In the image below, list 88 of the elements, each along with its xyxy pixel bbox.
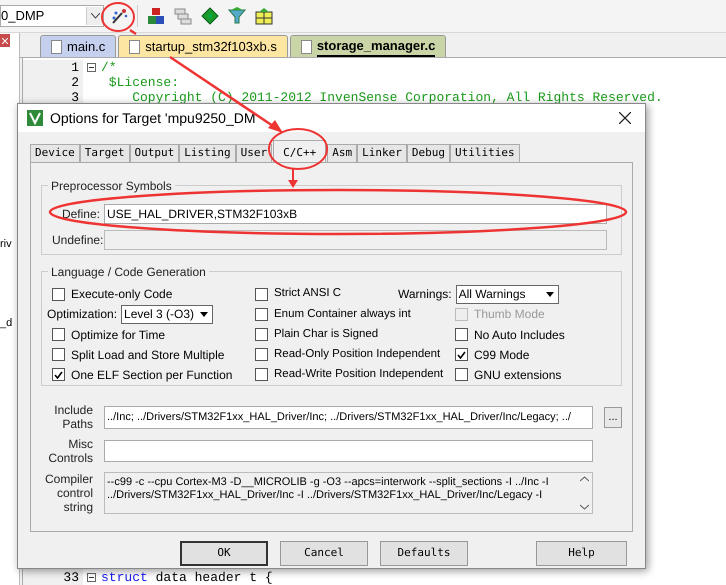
checkbox-label: C99 Mode	[474, 346, 530, 364]
annotation-circle	[101, 2, 135, 32]
field-label: Compiler control string	[44, 472, 93, 514]
compiler-string-line: --c99 -c --cpu Cortex-M3 -D__MICROLIB -g -O3 --apcs=interwork --split_sections -I ../Inc -I	[107, 476, 550, 489]
settings-tab[interactable]: User	[236, 144, 272, 162]
browse-button[interactable]: ...	[604, 406, 622, 428]
fold-icon[interactable]	[86, 63, 96, 72]
dropdown[interactable]: Level 3 (-O3)	[121, 304, 214, 324]
compiler-string-line: ../Drivers/STM32F1xx_HAL_Driver/Inc -I ../Drivers/STM32F1xx_HAL_Driver/Inc/Legacy -I	[107, 489, 544, 502]
annotation-arrow	[288, 168, 298, 188]
checkbox-label: Read-Write Position Independent	[274, 367, 444, 382]
panel-text: _d	[0, 316, 12, 331]
editor-tab[interactable]: main.c	[40, 35, 116, 57]
dropdown-value: 0_DMP	[1, 7, 46, 26]
file-icon	[51, 40, 62, 54]
target-dropdown[interactable]: 0_DMP	[0, 5, 104, 27]
panel-text: riv	[0, 237, 12, 252]
settings-tab[interactable]: C/C++	[273, 140, 326, 162]
include-paths-field[interactable]: ../Inc; ../Drivers/STM32F1xx_HAL_Driver/Inc; ../Drivers/STM32F1xx_HAL_Driver/Inc/Legacy; ../	[104, 406, 593, 428]
field-label: Misc Controls	[47, 437, 93, 465]
checkbox[interactable]	[52, 288, 65, 301]
dialog-button[interactable]: Defaults	[380, 541, 468, 566]
checkbox-label: Thumb Mode	[474, 306, 545, 324]
settings-tab[interactable]: Listing	[179, 144, 236, 162]
field-label: Optimization:	[47, 306, 118, 324]
dialog-button[interactable]: Help	[536, 541, 627, 566]
checkbox-label: Strict ANSI C	[274, 286, 342, 302]
checkbox[interactable]	[455, 348, 468, 362]
checkbox-label: Enum Container always int	[274, 306, 411, 322]
checkbox[interactable]	[52, 328, 65, 341]
checkbox[interactable]	[52, 348, 65, 362]
grid-pieces-icon[interactable]	[255, 7, 273, 25]
field-label: Define:	[60, 206, 100, 223]
app-logo-icon	[27, 110, 43, 126]
editor-tab[interactable]: startup_stm32f103xb.s	[118, 35, 288, 57]
blocks-icon[interactable]	[147, 7, 165, 25]
undefine-field[interactable]	[104, 230, 607, 250]
settings-tab[interactable]: Asm	[327, 144, 358, 162]
line-number: 2	[23, 75, 83, 90]
dialog-title: Options for Target 'mpu9250_DM	[50, 108, 257, 128]
checkbox[interactable]	[255, 288, 268, 301]
scroll-up-icon[interactable]	[580, 476, 588, 482]
checkbox-label: Split Load and Store Multiple	[71, 346, 224, 364]
dropdown[interactable]: All Warnings	[456, 284, 559, 304]
settings-tab[interactable]: Output	[130, 144, 180, 162]
field-label: Warnings:	[398, 286, 452, 304]
magic-wand-icon[interactable]	[110, 7, 128, 25]
define-field[interactable]: USE_HAL_DRIVER,STM32F103xB	[104, 204, 607, 224]
settings-tab[interactable]: Target	[80, 144, 130, 162]
field-label: Undefine:	[52, 232, 100, 249]
checkbox-label: GNU extensions	[474, 366, 562, 384]
settings-tab[interactable]: Linker	[357, 144, 407, 162]
compiler-string-field[interactable]: --c99 -c --cpu Cortex-M3 -D__MICROLIB -g -O3 --apcs=interwork --split_sections -I ../Inc -I ../Drivers/STM32F1xx_HAL_Driver/Inc -I ../Drivers/STM32F1xx_HAL_Driver/Inc/Legacy -I	[104, 472, 593, 514]
stacked-windows-icon[interactable]	[174, 7, 192, 25]
checkbox[interactable]	[255, 368, 268, 382]
annotation-circle	[268, 128, 328, 170]
checkbox[interactable]	[255, 308, 268, 321]
code-line: $License:	[108, 74, 180, 92]
misc-controls-field[interactable]	[104, 440, 593, 462]
fold-icon[interactable]	[86, 573, 96, 582]
funnel-icon[interactable]	[228, 7, 246, 25]
checkbox[interactable]	[455, 328, 468, 341]
close-icon[interactable]	[619, 112, 631, 124]
checkbox[interactable]	[255, 328, 268, 341]
file-icon	[300, 40, 312, 54]
file-icon	[129, 40, 140, 54]
checkbox-label: No Auto Includes	[474, 326, 565, 344]
checkbox[interactable]	[455, 368, 468, 382]
settings-tab[interactable]: Device	[30, 144, 80, 162]
checkbox[interactable]	[52, 368, 65, 382]
scroll-down-icon[interactable]	[580, 504, 588, 510]
settings-tab[interactable]: Utilities	[450, 144, 520, 162]
settings-tab[interactable]: Debug	[406, 144, 450, 162]
diamond-icon[interactable]	[201, 7, 219, 25]
editor-tab[interactable]: storage_manager.c	[290, 35, 446, 57]
dialog-button[interactable]: Cancel	[280, 541, 368, 566]
checkbox[interactable]	[255, 348, 268, 362]
checkbox-label: Plain Char is Signed	[274, 326, 378, 342]
code-line: /*	[100, 58, 117, 76]
checkbox-label: One ELF Section per Function	[71, 366, 232, 384]
dialog-button[interactable]: OK	[180, 541, 268, 566]
code-line: struct data header t {	[100, 568, 273, 585]
line-number: 1	[23, 60, 83, 75]
line-number: 33	[23, 570, 83, 585]
checkbox-label: Execute-only Code	[71, 286, 172, 304]
checkbox-label: Read-Only Position Independent	[274, 347, 440, 362]
field-label: Include Paths	[53, 403, 93, 431]
checkbox-label: Optimize for Time	[71, 326, 166, 344]
